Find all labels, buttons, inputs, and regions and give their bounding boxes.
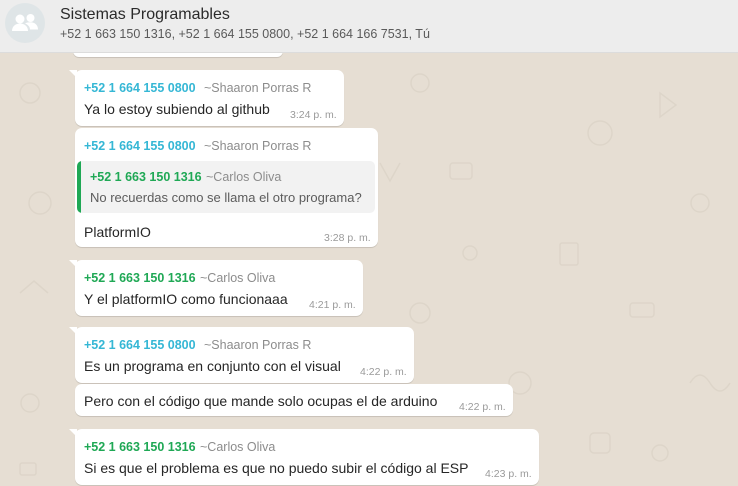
message-sender-phone[interactable]: +52 1 664 155 0800 [84,139,196,153]
message-sender-name: ~Shaaron Porras R [204,139,312,153]
message-sender-phone[interactable]: +52 1 664 155 0800 [84,338,196,352]
message-sender-phone[interactable]: +52 1 663 150 1316 [84,440,196,454]
message-time: 4:21 p. m. [309,299,356,311]
message-bubble[interactable]: +52 1 664 155 0800 ~Shaaron Porras R Ya … [69,70,344,126]
group-members: +52 1 663 150 1316, +52 1 664 155 0800, … [60,27,430,41]
quoted-text: No recuerdas como se llama el otro progr… [90,190,362,205]
bubble-tail [69,70,77,78]
message-bubble[interactable]: +52 1 664 155 0800 ~Shaaron Porras R Es … [69,327,414,383]
chat-header[interactable]: Sistemas Programables +52 1 663 150 1316… [0,0,738,53]
message-time: 4:22 p. m. [360,366,407,378]
bubble-tail [69,429,77,437]
quoted-message[interactable]: +52 1 663 150 1316 ~Carlos Oliva No recu… [77,161,375,213]
message-sender-phone[interactable]: +52 1 663 150 1316 [84,271,196,285]
group-avatar-icon[interactable] [5,3,45,43]
message-sender-phone[interactable]: +52 1 664 155 0800 [84,81,196,95]
quoted-sender-phone: +52 1 663 150 1316 [90,170,202,184]
bubble-tail [69,327,77,335]
message-bubble[interactable]: +52 1 663 150 1316 ~Carlos Oliva Y el pl… [69,260,363,316]
message-sender-name: ~Carlos Oliva [200,440,276,454]
message-sender-name: ~Shaaron Porras R [204,81,312,95]
message-bubble[interactable]: +52 1 663 150 1316 ~Carlos Oliva Si es q… [69,429,539,485]
message-time: 3:28 p. m. [324,232,371,244]
message-text: Es un programa en conjunto con el visual [84,358,341,374]
message-text: PlatformIO [84,224,151,240]
message-time: 4:22 p. m. [459,401,506,413]
quoted-sender-name: ~Carlos Oliva [206,170,282,184]
bubble-tail [69,260,77,268]
message-sender-name: ~Shaaron Porras R [204,338,312,352]
message-text: Y el platformIO como funcionaaa [84,291,288,307]
message-bubble-partial[interactable] [73,53,283,57]
message-time: 3:24 p. m. [290,109,337,121]
message-bubble[interactable]: Pero con el código que mande solo ocupas… [75,384,513,416]
message-text: Si es que el problema es que no puedo su… [84,460,469,476]
message-sender-name: ~Carlos Oliva [200,271,276,285]
message-list[interactable]: +52 1 664 155 0800 ~Shaaron Porras R Ya … [0,53,738,486]
group-title[interactable]: Sistemas Programables [60,6,230,24]
message-bubble[interactable]: +52 1 664 155 0800 ~Shaaron Porras R +52… [75,128,378,247]
quote-accent-bar [77,161,81,213]
message-time: 4:23 p. m. [485,468,532,480]
message-text: Ya lo estoy subiendo al github [84,101,270,117]
message-text: Pero con el código que mande solo ocupas… [84,393,438,409]
